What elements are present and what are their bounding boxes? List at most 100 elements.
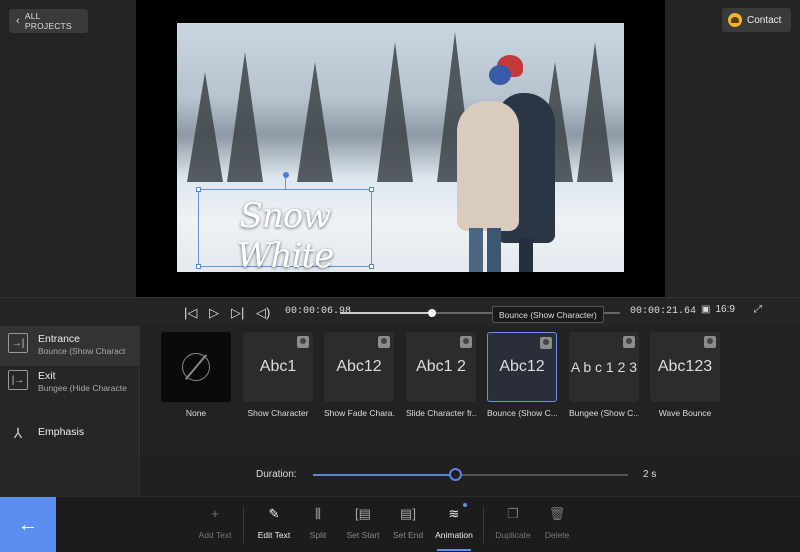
duration-slider[interactable] xyxy=(313,468,628,481)
edit-icon: ✎ xyxy=(268,506,280,521)
plus-icon: + xyxy=(211,506,219,521)
resize-handle[interactable] xyxy=(369,187,374,192)
trash-icon: 🗑 xyxy=(548,506,566,521)
split-icon: ⫼ xyxy=(315,506,321,521)
effect-preview: Abc1 2 xyxy=(416,358,466,375)
tool-label: Animation xyxy=(435,530,473,540)
tool-label: Split xyxy=(309,530,327,540)
effect-card-none[interactable]: None xyxy=(161,332,231,418)
effect-card-slide-character[interactable]: Abc1 2 Slide Character fr... xyxy=(406,332,476,418)
chevron-left-icon: ‹ xyxy=(16,14,20,27)
back-button[interactable]: ← xyxy=(0,497,56,552)
duration-fill xyxy=(313,474,455,476)
text-selection-box[interactable]: Snow White xyxy=(196,187,374,276)
effect-card-show-fade[interactable]: Abc12 Show Fade Chara... xyxy=(324,332,394,418)
effect-name: Wave Bounce xyxy=(658,408,712,418)
effect-thumb: Abc1 xyxy=(243,332,313,402)
delete-button[interactable]: 🗑 Delete xyxy=(532,505,582,540)
duration-knob[interactable] xyxy=(448,468,462,481)
category-exit[interactable]: |→ Exit Bungee (Hide Characte xyxy=(0,363,140,403)
lock-icon xyxy=(704,336,716,348)
seek-fill xyxy=(340,312,433,314)
skip-forward-icon[interactable]: ▷| xyxy=(231,298,244,327)
effect-name: Show Character xyxy=(247,408,309,418)
rotate-handle-line xyxy=(285,178,286,189)
duplicate-button[interactable]: ❐ Duplicate xyxy=(488,505,538,540)
none-icon xyxy=(182,353,210,381)
rotate-handle[interactable] xyxy=(283,172,289,178)
effect-preview: Abc12 xyxy=(336,358,382,375)
new-badge-dot xyxy=(463,503,467,507)
effect-card-show-character[interactable]: Abc1 Show Character xyxy=(243,332,313,418)
volume-icon[interactable]: ◁) xyxy=(256,298,270,327)
set-start-button[interactable]: [▤ Set Start xyxy=(338,505,388,540)
entrance-icon: →| xyxy=(8,333,28,353)
couple-figure xyxy=(457,55,567,272)
active-indicator xyxy=(437,549,471,551)
effect-preview: Abc123 xyxy=(657,358,713,375)
effect-name: Slide Character fr... xyxy=(406,408,476,418)
effects-grid: None Abc1 Show Character Abc12 Show Fade… xyxy=(141,326,800,454)
effect-preview: Abc12 xyxy=(499,358,545,375)
contact-label: Contact xyxy=(747,14,782,26)
contact-button[interactable]: Contact xyxy=(722,8,791,32)
resize-handle[interactable] xyxy=(196,187,201,192)
category-label: Exit xyxy=(38,370,56,382)
duplicate-icon: ❐ xyxy=(507,506,519,521)
effect-preview: Abc1 xyxy=(259,358,297,375)
lock-icon xyxy=(623,336,635,348)
category-sub: Bungee (Hide Characte xyxy=(38,383,127,393)
effect-thumb: A b c 1 2 3 xyxy=(569,332,639,402)
category-entrance[interactable]: →| Entrance Bounce (Show Charact xyxy=(0,326,140,366)
tree-shape xyxy=(297,62,333,182)
divider xyxy=(243,507,244,543)
category-label: Entrance xyxy=(38,333,81,345)
seek-knob[interactable] xyxy=(428,309,437,317)
animation-button[interactable]: ≋ Animation xyxy=(429,503,479,551)
duration-row: Duration: 2 s xyxy=(141,454,800,496)
effect-thumb xyxy=(161,332,231,402)
all-projects-button[interactable]: ‹ ALL PROJECTS xyxy=(9,9,88,33)
lock-icon xyxy=(460,336,472,348)
effect-card-wave-bounce[interactable]: Abc123 Wave Bounce xyxy=(650,332,720,418)
animation-category-panel: →| Entrance Bounce (Show Charact |→ Exit… xyxy=(0,326,140,496)
aspect-ratio-control[interactable]: ▣ 16:9 ⤢ xyxy=(701,304,762,315)
skip-back-icon[interactable]: |◁ xyxy=(184,298,197,327)
title-overlay-text[interactable]: Snow White xyxy=(199,196,371,276)
effect-name: None xyxy=(185,408,207,418)
duration-value: 2 s xyxy=(643,469,657,480)
split-button[interactable]: ⫼ Split xyxy=(293,505,343,540)
tree-shape xyxy=(577,42,613,182)
duration-label: Duration: xyxy=(256,469,297,480)
tree-shape xyxy=(377,42,413,182)
aspect-ratio-label: 16:9 xyxy=(715,304,735,315)
divider xyxy=(483,507,484,543)
effect-card-bounce[interactable]: Abc12 Bounce (Show C... xyxy=(487,332,557,418)
support-avatar-icon xyxy=(728,13,742,27)
lock-icon xyxy=(540,337,552,349)
player-bar: |◁ ▷ ▷| ◁) 00:00:06.98 00:00:21.64 ▣ 16:… xyxy=(0,297,800,326)
edit-text-button[interactable]: ✎ Edit Text xyxy=(249,505,299,540)
tool-label: Delete xyxy=(544,530,570,540)
tool-label: Edit Text xyxy=(257,530,291,540)
all-projects-label: ALL PROJECTS xyxy=(24,11,72,31)
set-start-icon: [▤ xyxy=(355,506,371,521)
category-emphasis[interactable]: ⅄ Emphasis xyxy=(0,416,140,456)
effect-thumb: Abc123 xyxy=(650,332,720,402)
set-end-button[interactable]: ▤] Set End xyxy=(383,505,433,540)
aspect-ratio-icon: ▣ xyxy=(701,304,711,315)
effect-name: Bounce (Show C... xyxy=(487,408,557,418)
effect-thumb: Abc12 xyxy=(324,332,394,402)
total-time: 00:00:21.64 xyxy=(630,306,697,317)
emphasis-icon: ⅄ xyxy=(13,424,23,441)
add-text-button[interactable]: + Add Text xyxy=(190,505,240,540)
category-sub: Bounce (Show Charact xyxy=(38,346,126,356)
tool-label: Set End xyxy=(392,530,424,540)
category-label: Emphasis xyxy=(38,426,85,438)
preview-area: ‹ ALL PROJECTS Contact Snow White xyxy=(0,0,800,297)
effect-card-bungee[interactable]: A b c 1 2 3 Bungee (Show C... xyxy=(569,332,639,418)
play-icon[interactable]: ▷ xyxy=(209,298,219,327)
fullscreen-icon[interactable]: ⤢ xyxy=(754,304,762,315)
tree-shape xyxy=(227,52,263,182)
arrow-left-icon: ← xyxy=(18,513,38,536)
